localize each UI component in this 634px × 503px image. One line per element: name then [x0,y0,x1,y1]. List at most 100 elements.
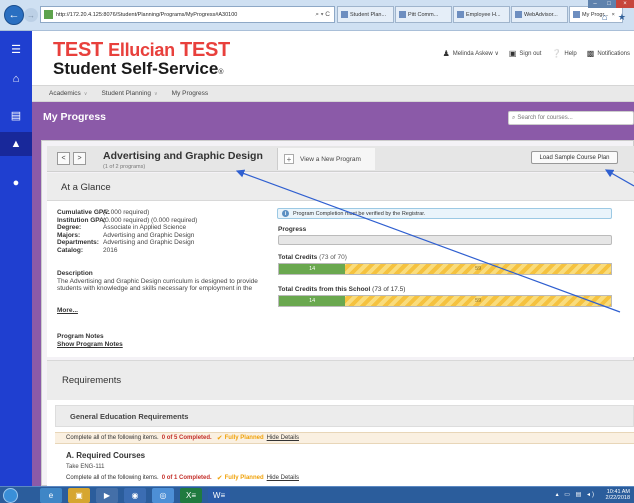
tab-label: Employee H... [466,11,501,18]
prev-program-button[interactable]: < [57,152,70,165]
fully-planned-badge: Fully Planned [224,435,264,441]
media-icon[interactable]: ▶ [96,488,118,503]
windows-taskbar: e ▣ ▶ ◉ ◎ X≡ W≡ ▴ ▭ ▤ ◂) 10:41 AM 2/22/2… [0,486,634,503]
home-star-icons[interactable]: ⌂ ★ [602,12,630,23]
show-program-notes-link[interactable]: Show Program Notes [57,341,123,348]
detail-value: (2.000 required) [103,209,150,216]
more-link[interactable]: More... [57,307,78,314]
load-sample-plan-button[interactable]: Load Sample Course Plan [531,151,618,164]
detail-key: Cumulative GPA: [57,209,110,216]
school-credits-title: Total Credits from this School [278,286,371,293]
detail-value: Advertising and Graphic Design [103,231,195,239]
detail-row: Degree: Associate in Applied Science [57,224,197,232]
chrome-icon[interactable]: ◎ [152,488,174,503]
logo-ellucian: Ellucian [108,40,175,60]
user-icon: ♟ [442,49,450,58]
tab-favicon-icon [515,11,522,18]
tray-icons[interactable]: ▴ ▭ ▤ ◂) [556,491,596,498]
page-title: My Progress [43,111,107,123]
sign-out-link[interactable]: ▣ Sign out [509,49,542,58]
browser-tab[interactable]: Student Plan... [337,6,394,23]
logo-test-right: TEST [174,39,230,61]
detail-key: Majors: [57,231,81,239]
forward-arrow-icon[interactable]: → [24,8,38,22]
take-course-text: Take ENG-111 [66,464,105,470]
hide-details-link[interactable]: Hide Details [267,435,299,441]
home-icon[interactable]: ⌂ [0,67,32,91]
graduation-cap-icon[interactable]: ▲ [0,132,32,156]
question-icon: ❔ [551,49,562,58]
registrar-verify-notice: i Program Completion must be verified by… [277,208,612,219]
status-text: Complete all of the following items. [66,435,159,441]
general-education-status: Complete all of the following items. 0 o… [55,432,634,444]
check-icon: ✔ [216,475,223,482]
logo-student-self-service: Student Self-Service [53,59,219,78]
program-title: Advertising and Graphic Design [103,150,263,162]
start-button-icon[interactable] [3,488,18,503]
detail-row: Majors: Advertising and Graphic Design [57,232,197,240]
logo-line2: Student Self-Service® [53,59,224,79]
word-icon[interactable]: W≡ [208,488,230,503]
firefox-icon[interactable]: ◉ [124,488,146,503]
browser-tab[interactable]: WebAdvisor... [511,6,568,23]
left-sidebar: ☰ ⌂ ▤ ▲ ● [0,31,32,486]
total-credits-count: (73 of 70) [319,254,347,261]
browser-tab[interactable]: Pitt Comm... [395,6,452,23]
detail-key: Catalog: [57,246,83,254]
address-bar[interactable]: http://172.20.4.125:8076/Student/Plannin… [40,6,335,23]
tab-label: Pitt Comm... [408,11,439,18]
progress-label: Progress [278,226,307,233]
tab-favicon-icon [399,11,406,18]
address-tools[interactable]: ⌕ ▾ C [315,11,334,19]
notifications-link[interactable]: ▩ Notifications [587,49,630,58]
program-details: Cumulative GPA: (2.000 required) Institut… [57,209,197,255]
chevron-down-icon: ∨ [83,91,88,97]
detail-value: (0.000 required) (0.000 required) [103,216,198,224]
course-search-input[interactable]: ⌕ Search for courses... [508,111,634,125]
user-circle-icon[interactable]: ● [0,171,32,195]
notifications-icon: ▩ [586,49,595,58]
total-credits-planned: 59 [475,266,482,272]
excel-icon[interactable]: X≡ [180,488,202,503]
total-credits-completed: 14 [279,264,346,274]
program-notes-heading: Program Notes [57,333,104,340]
school-credits-completed: 14 [279,296,346,306]
address-url[interactable]: http://172.20.4.125:8076/Student/Plannin… [56,12,315,18]
requirements-header [47,360,634,400]
user-name: Melinda Askew [452,50,493,57]
clock-date: 2/22/2018 [605,495,630,501]
breadcrumb-academics[interactable]: Academics ∨ [49,90,87,97]
folder-icon[interactable]: ▣ [68,488,90,503]
breadcrumb-student-planning[interactable]: Student Planning ∨ [101,90,157,97]
hide-details-link[interactable]: Hide Details [267,475,299,481]
clock[interactable]: 10:41 AM 2/22/2018 [606,489,630,501]
logo-test-left: TEST [53,39,109,61]
tab-favicon-icon [457,11,464,18]
detail-key: Departments: [57,239,99,247]
back-arrow-icon[interactable]: ← [4,5,24,25]
browser-tab[interactable]: Employee H... [453,6,510,23]
general-education-title: General Education Requirements [70,412,189,421]
search-icon: ⌕ [512,114,516,121]
view-new-program-tab[interactable]: + View a New Program [277,148,375,170]
detail-row: Institution GPA: (0.000 required) (0.000 … [57,217,197,225]
completed-count: 0 of 1 Completed. [161,475,212,481]
bank-icon[interactable]: ▤ [0,103,32,127]
user-menu[interactable]: ♟ Melinda Askew ∨ [443,49,499,58]
description-heading: Description [57,270,93,277]
fully-planned-badge: Fully Planned [224,475,264,481]
close-icon[interactable]: × [616,0,634,8]
maximize-icon[interactable]: □ [602,0,616,8]
school-credits-planned: 59 [475,298,482,304]
total-credits-bar: 14 59 [278,263,612,275]
menu-icon[interactable]: ☰ [0,37,32,61]
detail-value: 2016 [103,246,118,254]
detail-row: Catalog: 2016 [57,247,197,255]
program-count: (1 of 2 programs) [103,164,146,170]
search-placeholder: Search for courses... [517,115,573,121]
tab-label: Student Plan... [350,11,387,18]
ie-icon[interactable]: e [40,488,62,503]
help-link[interactable]: ❔ Help [551,49,576,58]
minimize-icon[interactable]: – [588,0,602,8]
next-program-button[interactable]: > [73,152,86,165]
